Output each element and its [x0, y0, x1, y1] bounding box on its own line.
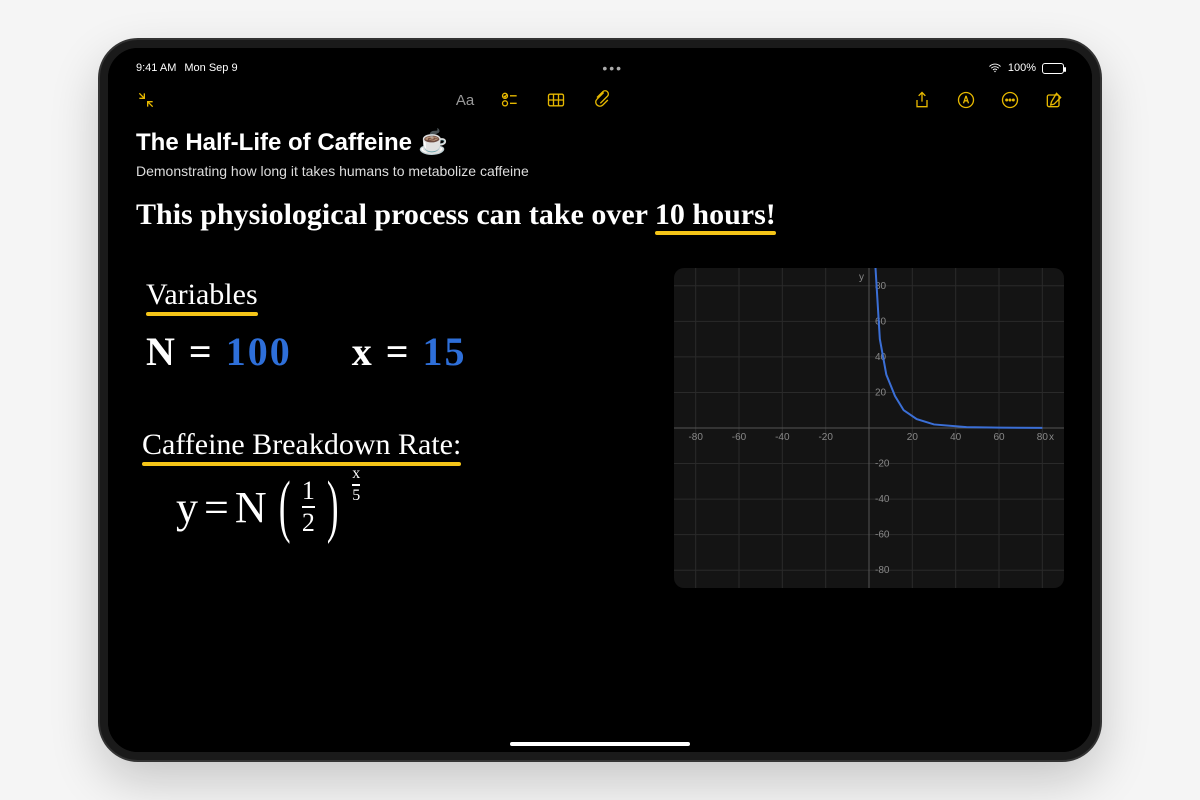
rate-heading: Caffeine Breakdown Rate: [142, 428, 461, 462]
var-x-value: 15 [422, 329, 466, 374]
formula-n: N [235, 482, 267, 533]
variables-equations: N = 100 x = 15 [146, 328, 466, 375]
status-bar: 9:41 AM Mon Sep 9 ••• 100% [136, 58, 1064, 78]
share-icon[interactable] [912, 90, 932, 110]
note-title[interactable]: The Half-Life of Caffeine ☕ [136, 128, 1064, 157]
svg-text:60: 60 [875, 316, 887, 327]
svg-text:-80: -80 [875, 565, 890, 576]
svg-text:-40: -40 [875, 494, 890, 505]
status-date: Mon Sep 9 [184, 62, 237, 74]
ipad-device-frame: 9:41 AM Mon Sep 9 ••• 100% Aa [100, 40, 1100, 760]
markup-icon[interactable] [956, 90, 976, 110]
note-toolbar: Aa [136, 82, 1064, 118]
variables-heading: Variables [146, 278, 258, 312]
compose-icon[interactable] [1044, 90, 1064, 110]
coffee-emoji: ☕ [418, 128, 448, 157]
var-n-lhs: N = [146, 329, 214, 374]
svg-text:-20: -20 [818, 432, 833, 443]
collapse-icon[interactable] [136, 90, 156, 110]
exponent-fraction: x 5 [352, 465, 360, 505]
note-subtitle[interactable]: Demonstrating how long it takes humans t… [136, 163, 1064, 179]
screen: 9:41 AM Mon Sep 9 ••• 100% Aa [108, 48, 1092, 752]
battery-percent: 100% [1008, 62, 1036, 74]
note-title-text: The Half-Life of Caffeine [136, 129, 412, 157]
svg-text:-60: -60 [732, 432, 747, 443]
home-indicator[interactable] [510, 742, 690, 746]
formula-eq: = [204, 482, 229, 533]
svg-text:x: x [1049, 432, 1054, 443]
paren-right: ) [327, 486, 339, 528]
svg-text:20: 20 [907, 432, 919, 443]
status-time: 9:41 AM [136, 62, 176, 74]
svg-text:40: 40 [950, 432, 962, 443]
more-icon[interactable] [1000, 90, 1020, 110]
formula-y: y [176, 482, 198, 533]
handwriting-text: This physiological process can take over [136, 198, 647, 231]
var-x-lhs: x = [352, 329, 411, 374]
svg-text:60: 60 [993, 432, 1005, 443]
checklist-icon[interactable] [500, 90, 520, 110]
svg-text:20: 20 [875, 387, 887, 398]
svg-text:-60: -60 [875, 530, 890, 541]
handwriting-line-1: This physiological process can take over… [136, 198, 776, 232]
var-n-value: 100 [226, 329, 292, 374]
svg-text:y: y [859, 272, 864, 283]
attachment-icon[interactable] [592, 90, 612, 110]
multitask-dots-icon[interactable]: ••• [602, 60, 623, 76]
svg-text:80: 80 [1037, 432, 1049, 443]
note-canvas[interactable]: The Half-Life of Caffeine ☕ Demonstratin… [136, 118, 1064, 752]
table-icon[interactable] [546, 90, 566, 110]
svg-text:-80: -80 [688, 432, 703, 443]
text-format-button[interactable]: Aa [456, 92, 474, 109]
svg-text:-20: -20 [875, 459, 890, 470]
wifi-icon [988, 61, 1002, 75]
formula: y = N ( 1 2 ) x 5 [176, 478, 360, 536]
paren-left: ( [278, 486, 290, 528]
math-graph-panel[interactable]: -80-60-40-2020406080-80-60-40-2020406080… [674, 268, 1064, 588]
graph-svg: -80-60-40-2020406080-80-60-40-2020406080… [674, 268, 1064, 588]
svg-text:-40: -40 [775, 432, 790, 443]
handwriting-emphasis: 10 hours! [655, 198, 776, 231]
fraction-half: 1 2 [302, 478, 315, 536]
battery-icon [1042, 63, 1064, 74]
